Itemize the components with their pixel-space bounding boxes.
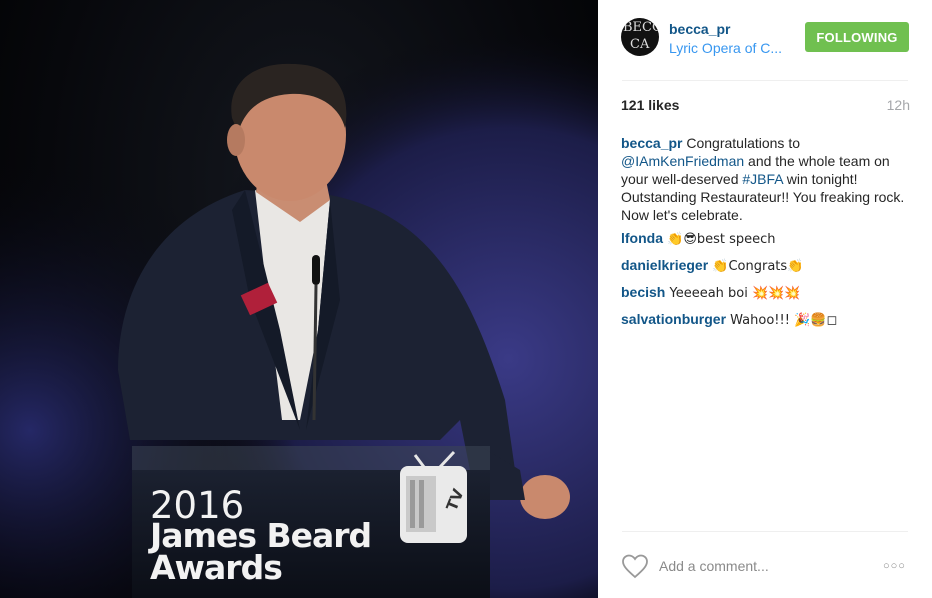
comment-username[interactable]: salvationburger	[621, 311, 726, 327]
post-side-panel: BECC CA becca_pr Lyric Opera of C... FOL…	[598, 0, 932, 598]
caption-hashtag[interactable]: #JBFA	[742, 171, 782, 187]
comment-username[interactable]: lfonda	[621, 230, 663, 246]
caption-username[interactable]: becca_pr	[621, 135, 682, 151]
caption-mention[interactable]: @IAmKenFriedman	[621, 153, 744, 169]
following-button[interactable]: FOLLOWING	[805, 22, 909, 52]
post-photo[interactable]: TV 2016 James Beard Awards	[0, 0, 598, 598]
post-time[interactable]: 12h	[887, 97, 910, 113]
caption-text-1: Congratulations to	[682, 135, 801, 151]
post-location[interactable]: Lyric Opera of C...	[669, 40, 794, 56]
comment-text: Wahoo!!! 🎉🍔◻	[726, 313, 838, 328]
heart-icon[interactable]	[621, 553, 649, 579]
avatar-text-line2: CA	[630, 37, 650, 52]
comment-text: 👏😎best speech	[663, 232, 776, 247]
avatar-text-line1: BECC	[623, 20, 659, 35]
comment-username[interactable]: danielkrieger	[621, 257, 708, 273]
comment-text: 👏Congrats👏	[708, 259, 804, 274]
owner-username[interactable]: becca_pr	[669, 21, 730, 37]
comment-username[interactable]: becish	[621, 284, 665, 300]
likes-count[interactable]: 121 likes	[621, 97, 679, 113]
podium-title-line2: Awards	[150, 548, 283, 587]
speaker-illustration: TV	[0, 0, 598, 598]
more-options-icon[interactable]: ○○○	[883, 560, 909, 572]
footer-divider	[622, 531, 908, 532]
header-divider	[622, 80, 908, 81]
comment-item: lfonda 👏😎best speech	[621, 229, 911, 249]
comment-item: salvationburger Wahoo!!! 🎉🍔◻	[621, 310, 911, 330]
comment-list: becca_pr Congratulations to @IAmKenFried…	[621, 134, 911, 337]
avatar[interactable]: BECC CA	[621, 18, 659, 56]
caption: becca_pr Congratulations to @IAmKenFried…	[621, 134, 911, 224]
add-comment-input[interactable]	[659, 554, 859, 578]
comment-item: danielkrieger 👏Congrats👏	[621, 256, 911, 276]
comment-item: becish Yeeeeah boi 💥💥💥	[621, 283, 911, 303]
comment-text: Yeeeeah boi 💥💥💥	[665, 286, 801, 301]
post-header: BECC CA becca_pr Lyric Opera of C... FOL…	[598, 0, 932, 80]
